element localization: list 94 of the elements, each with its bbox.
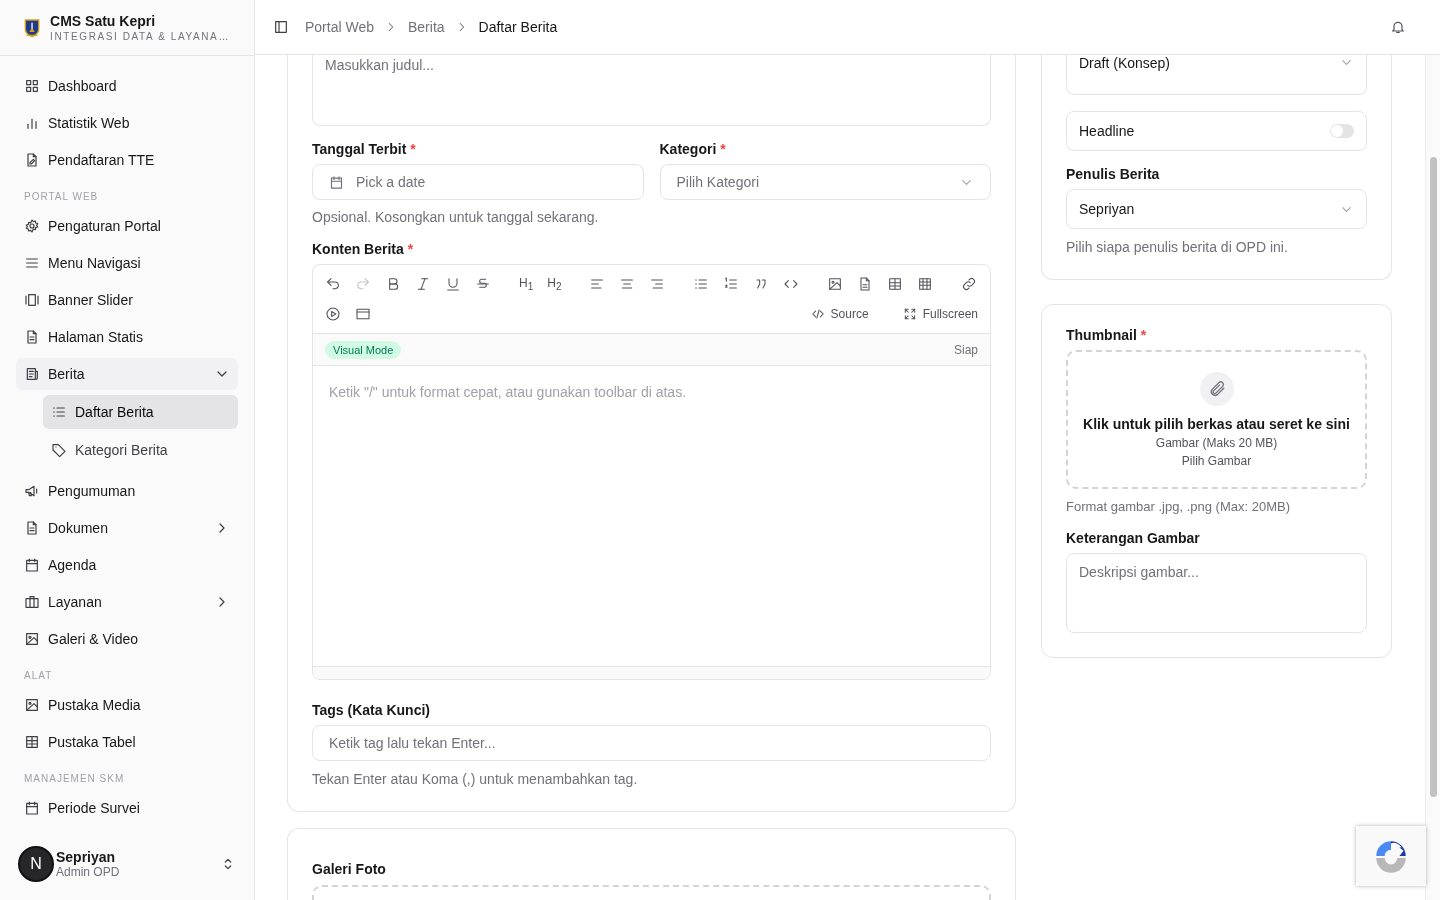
numbered-list-icon[interactable] xyxy=(723,276,740,292)
sidebar-toggle-icon[interactable] xyxy=(273,19,289,35)
link-icon[interactable] xyxy=(961,276,978,292)
field-hint: Pilih siapa penulis berita di OPD ini. xyxy=(1066,239,1289,255)
field-label: Kategori * xyxy=(659,141,727,157)
sidebar-item[interactable]: Pengumuman xyxy=(16,475,238,507)
video-play-icon[interactable] xyxy=(325,306,341,322)
sidebar-item[interactable]: Pengaturan Portal xyxy=(16,210,238,242)
field-hint: Format gambar .jpg, .png (Max: 20MB) xyxy=(1066,499,1291,514)
slides-icon xyxy=(24,292,40,308)
field-label: Penulis Berita xyxy=(1066,166,1161,182)
sidebar-item[interactable]: Agenda xyxy=(16,549,238,581)
calendar-icon xyxy=(24,800,40,816)
toggle-label: Headline xyxy=(1079,123,1136,139)
app-subtitle: INTEGRASI DATA & LAYANA… xyxy=(50,31,230,42)
tags-input[interactable]: Ketik tag lalu tekan Enter... xyxy=(312,725,991,761)
grid-icon xyxy=(24,78,40,94)
undo-icon[interactable] xyxy=(325,276,341,292)
user-role: Admin OPD xyxy=(56,865,120,879)
table-icon xyxy=(24,734,40,750)
title-field[interactable]: Masukkan judul... xyxy=(312,55,991,126)
field-label: Tanggal Terbit * xyxy=(312,141,417,157)
scrollbar-thumb[interactable] xyxy=(1430,157,1437,797)
captcha-badge[interactable] xyxy=(1356,826,1426,886)
field-label: Thumbnail * xyxy=(1066,327,1148,343)
settings-icon xyxy=(24,218,40,234)
nav-section-label: PORTAL WEB xyxy=(23,190,100,204)
menu-icon xyxy=(24,255,40,271)
sidebar-item[interactable]: Menu Navigasi xyxy=(16,247,238,279)
document-icon xyxy=(24,329,40,345)
file-pen-icon xyxy=(24,152,40,168)
mode-badge: Visual Mode xyxy=(325,340,402,359)
user-menu[interactable]: N Sepriyan Admin OPD xyxy=(0,846,254,900)
embed-window-icon[interactable] xyxy=(355,306,371,322)
italic-icon[interactable] xyxy=(415,276,431,292)
sidebar-item[interactable]: Pendaftaran TTE xyxy=(16,144,238,176)
breadcrumb-link[interactable]: Berita xyxy=(408,19,445,35)
sidebar-item[interactable]: Banner Slider xyxy=(16,284,238,316)
image-icon xyxy=(24,631,40,647)
table-icon[interactable] xyxy=(887,276,904,292)
code-icon xyxy=(810,307,825,321)
date-picker[interactable]: Pick a date xyxy=(312,164,644,200)
headline-toggle[interactable] xyxy=(1330,124,1354,138)
image-icon xyxy=(24,697,40,713)
caption-field[interactable]: Deskripsi gambar... xyxy=(1066,553,1367,633)
choose-image-link[interactable]: Pilih Gambar xyxy=(1181,453,1252,468)
field-hint: Opsional. Kosongkan untuk tanggal sekarang. xyxy=(312,209,600,225)
expand-icon xyxy=(902,307,917,321)
app-title: CMS Satu Kepri xyxy=(50,13,157,29)
sidebar-item[interactable]: Layanan xyxy=(16,586,238,618)
dropzone-subtitle: Gambar (Maks 20 MB) xyxy=(1155,435,1278,450)
calendar-icon xyxy=(24,557,40,573)
dropzone-title: Klik untuk pilih berkas atau seret ke sini xyxy=(1083,415,1350,432)
field-label: Keterangan Gambar xyxy=(1066,530,1201,546)
sidebar-subitem[interactable]: Kategori Berita xyxy=(43,433,238,467)
user-name: Sepriyan xyxy=(56,849,117,865)
writer-select[interactable]: Sepriyan xyxy=(1066,189,1367,229)
image-icon[interactable] xyxy=(827,276,844,292)
sidebar-item[interactable]: Berita xyxy=(16,358,238,390)
sidebar-item[interactable]: Statistik Web xyxy=(16,107,238,139)
sidebar-item[interactable]: Dashboard xyxy=(16,70,238,102)
breadcrumb-link[interactable]: Portal Web xyxy=(305,19,374,35)
sidebar-item[interactable]: Halaman Statis xyxy=(16,321,238,353)
grid-table-icon[interactable] xyxy=(917,276,934,292)
field-label: Galeri Foto xyxy=(312,861,387,877)
notification-bell-icon[interactable] xyxy=(1390,19,1406,35)
nav-section-label: MANAJEMEN SKM xyxy=(23,772,126,786)
heading-button[interactable]: H$_{2}$ xyxy=(547,275,562,293)
list-icon xyxy=(51,404,67,420)
field-hint: Tekan Enter atau Koma (,) untuk menambahkan tag. xyxy=(312,771,639,787)
sidebar-item[interactable]: Pustaka Media xyxy=(16,689,238,721)
sidebar-item[interactable]: Pustaka Tabel xyxy=(16,726,238,758)
megaphone-icon xyxy=(24,483,40,499)
newspaper-icon xyxy=(24,366,40,382)
tag-icon xyxy=(51,442,67,458)
nav-section-label: ALAT xyxy=(23,669,54,683)
heading-button[interactable]: H$_{1}$ xyxy=(519,275,534,293)
sidebar-item[interactable]: Galeri & Video xyxy=(16,623,238,655)
status-select[interactable]: Draft (Konsep) xyxy=(1066,55,1367,95)
sidebar-subitem[interactable]: Daftar Berita xyxy=(43,395,238,429)
source-button[interactable]: Source xyxy=(806,307,873,321)
user-avatar: N xyxy=(18,846,54,882)
sidebar-item[interactable]: Periode Survei xyxy=(16,792,238,824)
underline-icon[interactable] xyxy=(445,276,461,292)
thumbnail-dropzone[interactable]: Klik untuk pilih berkas atau seret ke sini Gambar (Maks 20 MB) Pilih Gambar xyxy=(1066,350,1367,489)
sidebar-item[interactable]: Dokumen xyxy=(16,512,238,544)
field-label: Tags (Kata Kunci) xyxy=(312,702,431,718)
briefcase-icon xyxy=(24,594,40,610)
document-icon xyxy=(24,520,40,536)
fullscreen-button[interactable]: Fullscreen xyxy=(898,307,982,321)
editor-status: Siap xyxy=(953,342,978,357)
calendar-icon xyxy=(329,174,344,190)
category-select[interactable]: Pilih Kategori xyxy=(659,164,991,200)
field-label: Konten Berita * xyxy=(312,241,415,257)
